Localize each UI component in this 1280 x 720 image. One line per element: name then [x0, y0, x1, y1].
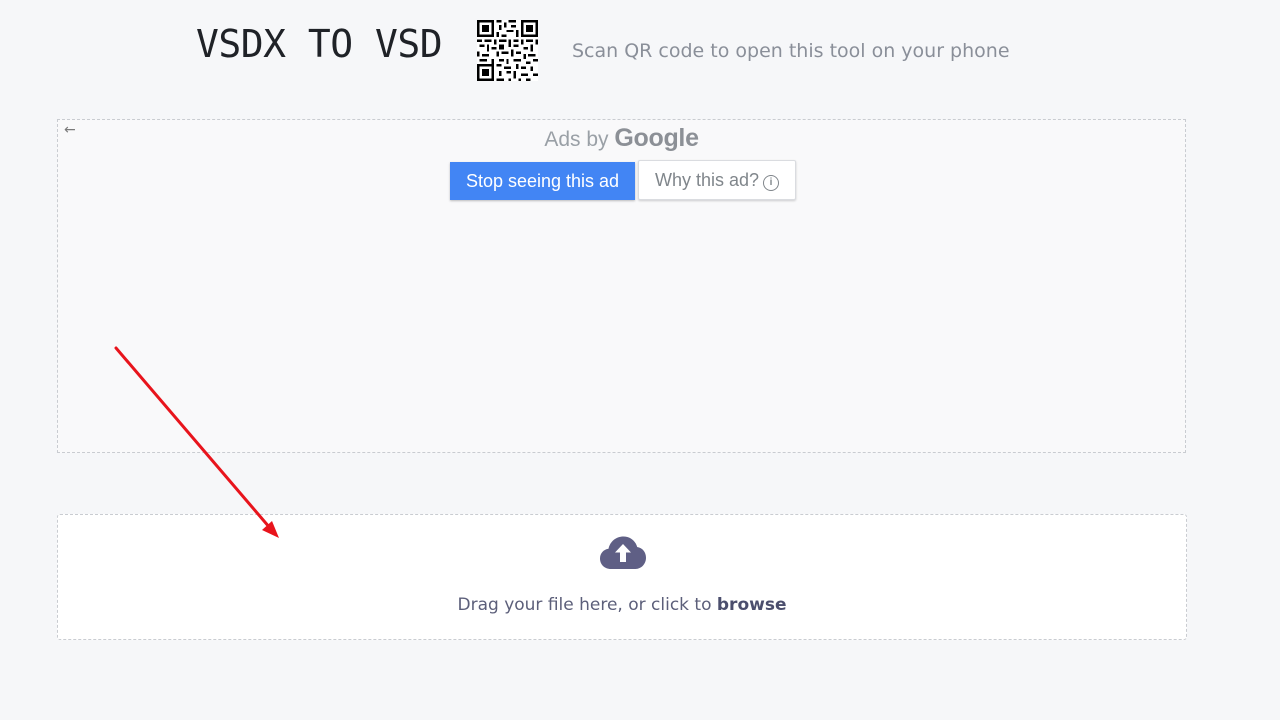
drop-zone-text: Drag your file here, or click to	[457, 595, 712, 615]
ads-by-google-label: Ads by Google	[58, 124, 1185, 153]
why-this-ad-button[interactable]: Why this ad? i	[638, 160, 796, 200]
drop-zone-instructions: Drag your file here, or click to browse	[58, 595, 1186, 615]
qr-hint-text: Scan QR code to open this tool on your p…	[572, 40, 1010, 62]
ads-by-text: Ads by	[544, 128, 609, 151]
browse-link[interactable]: browse	[717, 595, 787, 615]
qr-code	[477, 20, 538, 81]
page-title: VSDX TO VSD	[196, 22, 443, 66]
stop-seeing-ad-button[interactable]: Stop seeing this ad	[450, 162, 635, 200]
file-drop-zone[interactable]: Drag your file here, or click to browse	[57, 514, 1187, 640]
info-icon: i	[763, 175, 780, 191]
ad-container: ← Ads by Google Stop seeing this ad Why …	[57, 119, 1186, 453]
page: VSDX TO VSD Scan QR code to open this to…	[0, 0, 1280, 720]
google-logo: Google	[614, 124, 699, 152]
cloud-upload-icon	[600, 536, 646, 569]
why-this-ad-label: Why this ad?	[654, 170, 760, 190]
